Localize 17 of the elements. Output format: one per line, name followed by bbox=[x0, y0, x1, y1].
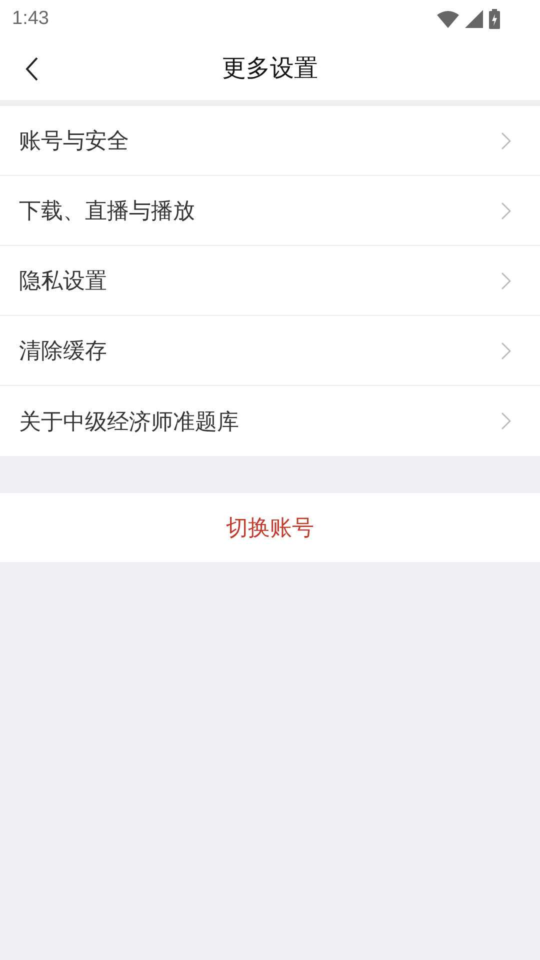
wifi-icon bbox=[437, 10, 459, 28]
signal-icon bbox=[465, 10, 483, 28]
switch-account-button[interactable]: 切换账号 bbox=[0, 493, 540, 562]
chevron-right-icon bbox=[501, 202, 511, 220]
chevron-right-icon bbox=[501, 272, 511, 290]
back-icon[interactable] bbox=[25, 57, 39, 81]
page-title: 更多设置 bbox=[222, 54, 318, 84]
status-time: 1:43 bbox=[12, 6, 49, 31]
menu-item[interactable]: 账号与安全 bbox=[0, 106, 540, 176]
battery-icon bbox=[489, 9, 500, 29]
chevron-right-icon bbox=[501, 132, 511, 150]
menu-item[interactable]: 隐私设置 bbox=[0, 246, 540, 316]
menu-item[interactable]: 清除缓存 bbox=[0, 316, 540, 386]
chevron-right-icon bbox=[501, 412, 511, 430]
menu-item[interactable]: 下载、直播与播放 bbox=[0, 176, 540, 246]
menu-item[interactable]: 关于中级经济师准题库 bbox=[0, 386, 540, 456]
chevron-right-icon bbox=[501, 342, 511, 360]
